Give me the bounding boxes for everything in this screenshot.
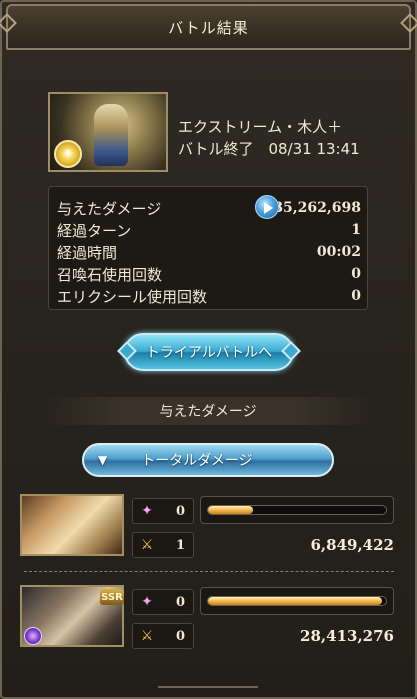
stat-row-summons: 召喚石使用回数 0 <box>57 263 361 285</box>
gauge-track <box>207 505 387 515</box>
damage-value: 6,849,422 <box>310 536 394 554</box>
window-header: バトル結果 <box>0 4 417 50</box>
stat-value: 00:02 <box>316 244 361 260</box>
triangle-down-icon: ▼ <box>98 453 108 467</box>
stat-value: 0 <box>351 266 361 282</box>
boss-name: エクストリーム・木人＋ <box>178 118 343 136</box>
attack-count: ⚔ 1 <box>132 532 194 558</box>
member-divider <box>24 571 394 572</box>
battle-stats-panel: 与えたダメージ 35,262,698 経過ターン 1 経過時間 00:02 召喚… <box>48 186 368 310</box>
damage-gauge <box>200 587 394 615</box>
special-count: 0 <box>175 503 185 519</box>
special-attack-count: ✦ 0 <box>132 589 194 615</box>
stat-label: 経過時間 <box>57 243 118 262</box>
stat-label: 与えたダメージ <box>57 199 162 218</box>
boss-thumbnail: ✷ <box>48 92 168 172</box>
stat-row-damage: 与えたダメージ 35,262,698 <box>57 195 361 219</box>
damage-gauge <box>200 496 394 524</box>
stat-value: 1 <box>351 222 361 238</box>
gauge-fill <box>208 597 383 605</box>
stat-label: 召喚石使用回数 <box>57 265 163 284</box>
trial-battle-label: トライアルバトルへ <box>145 345 273 361</box>
bottom-ornament <box>158 686 258 696</box>
sparkle-icon: ✦ <box>141 594 153 610</box>
page-title: バトル結果 <box>168 18 249 37</box>
party-member-1: ✦ 0 ⚔ 1 6,849,422 <box>20 494 398 562</box>
stat-row-time: 経過時間 00:02 <box>57 241 361 263</box>
ssr-badge: SSR <box>100 589 124 605</box>
stat-value: 35,262,698 <box>273 200 361 216</box>
total-damage-label: トータルダメージ <box>141 453 253 469</box>
stat-label: エリクシール使用回数 <box>57 287 208 306</box>
party-member-2: SSR ✦ 0 ⚔ 0 28,413,276 <box>20 585 398 653</box>
sparkle-icon: ✦ <box>141 503 153 519</box>
section-title: 与えたダメージ <box>40 397 376 425</box>
crossed-swords-icon: ⚔ <box>140 628 154 644</box>
crossed-swords-icon: ⚔ <box>140 537 154 553</box>
attack-count-value: 0 <box>175 628 185 644</box>
character-portrait[interactable] <box>20 494 124 556</box>
attack-count: ⚔ 0 <box>132 623 194 649</box>
special-attack-count: ✦ 0 <box>132 498 194 524</box>
damage-value: 28,413,276 <box>300 627 394 645</box>
stat-row-elixirs: エリクシール使用回数 0 <box>57 285 361 307</box>
stat-row-turns: 経過ターン 1 <box>57 219 361 241</box>
stat-label: 経過ターン <box>57 221 132 240</box>
dark-element-icon <box>24 627 42 645</box>
gauge-fill <box>208 506 253 514</box>
total-damage-dropdown[interactable]: ▼ トータルダメージ <box>82 443 334 477</box>
gauge-track <box>207 596 387 606</box>
attack-count-value: 1 <box>175 537 185 553</box>
light-element-icon: ✷ <box>54 140 82 168</box>
character-portrait[interactable]: SSR <box>20 585 124 647</box>
stat-value: 0 <box>351 288 361 304</box>
training-dummy-image <box>94 104 128 166</box>
battle-end-timestamp: バトル終了 08/31 13:41 <box>178 140 360 158</box>
play-icon[interactable] <box>255 195 279 219</box>
special-count: 0 <box>175 594 185 610</box>
trial-battle-button[interactable]: トライアルバトルへ <box>117 333 301 371</box>
